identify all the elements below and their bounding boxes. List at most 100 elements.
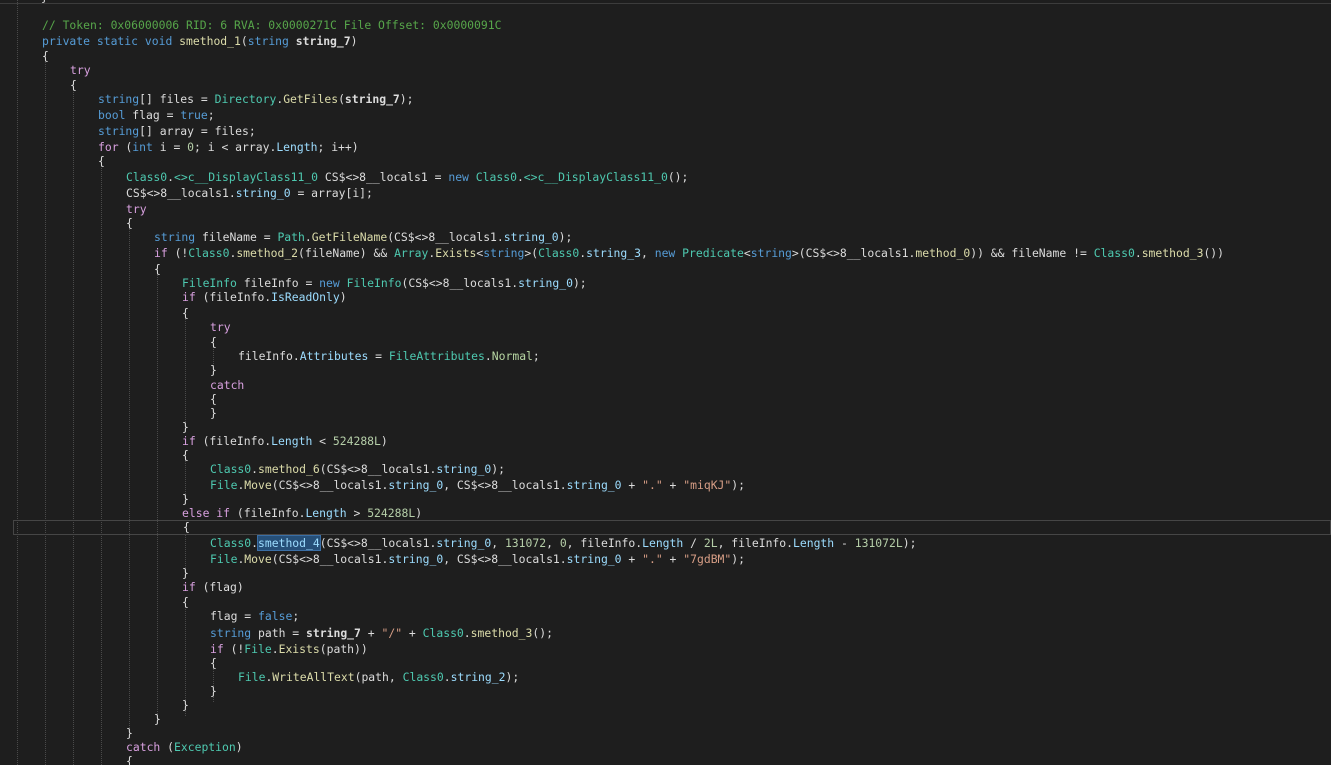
code-line[interactable]: {: [0, 392, 217, 407]
code-line[interactable]: // Token: 0x06000006 RID: 6 RVA: 0x00002…: [0, 18, 501, 33]
code-token: {: [98, 154, 105, 168]
code-line[interactable]: }: [0, 492, 189, 507]
code-line[interactable]: bool flag = true;: [0, 108, 215, 123]
code-line[interactable]: FileInfo fileInfo = new FileInfo(CS$<>8_…: [0, 276, 587, 291]
code-editor[interactable]: } // Token: 0x06000006 RID: 6 RVA: 0x000…: [0, 0, 1331, 765]
code-line[interactable]: catch (Exception): [0, 740, 243, 755]
code-line[interactable]: Class0.smethod_4(CS$<>8__locals1.string_…: [0, 535, 917, 551]
code-line[interactable]: string fileName = Path.GetFileName(CS$<>…: [0, 230, 572, 245]
code-token: (: [240, 34, 248, 48]
code-token: +: [621, 478, 643, 492]
code-line[interactable]: Class0.smethod_6(CS$<>8__locals1.string_…: [0, 462, 505, 477]
code-token: +: [360, 626, 382, 640]
code-token: catch: [210, 378, 245, 392]
code-line-content: File.Move(CS$<>8__locals1.string_0, CS$<…: [0, 478, 745, 493]
code-line[interactable]: for (int i = 0; i < array.Length; i++): [0, 140, 359, 155]
code-line[interactable]: {: [0, 335, 217, 350]
code-token: .: [251, 536, 259, 550]
code-line-content: {: [0, 262, 161, 277]
code-token: (!: [174, 246, 189, 260]
code-token: Length: [793, 536, 835, 550]
code-line[interactable]: if (!File.Exists(path)): [0, 642, 368, 657]
code-line[interactable]: {: [0, 656, 217, 671]
code-line-content: if (!File.Exists(path)): [0, 642, 368, 657]
code-line-content: }: [0, 726, 133, 741]
code-line[interactable]: catch: [0, 378, 244, 393]
code-line[interactable]: }: [0, 684, 217, 699]
code-line[interactable]: CS$<>8__locals1.string_0 = array[i];: [0, 186, 373, 201]
code-token: Normal: [491, 349, 533, 363]
code-line[interactable]: private static void smethod_1(string str…: [0, 34, 358, 49]
code-line[interactable]: }: [0, 566, 189, 581]
code-line[interactable]: if (!Class0.smethod_2(fileName) && Array…: [0, 246, 1224, 261]
code-token: >(CS$<>8__locals1.: [791, 246, 916, 260]
code-token: ,: [641, 246, 655, 260]
code-line[interactable]: string[] files = Directory.GetFiles(stri…: [0, 92, 414, 107]
code-line-content: try: [0, 63, 91, 78]
code-line[interactable]: {: [0, 448, 189, 463]
code-token: int: [132, 140, 160, 154]
code-line[interactable]: }: [0, 726, 133, 741]
code-token: (fileInfo.: [202, 290, 272, 304]
code-line[interactable]: try: [0, 202, 147, 217]
code-line[interactable]: try: [0, 320, 231, 335]
code-token: string: [98, 124, 140, 138]
code-token: <: [312, 434, 333, 448]
code-token: method_0: [915, 246, 971, 260]
code-line-current[interactable]: {: [13, 520, 1331, 535]
code-line[interactable]: fileInfo.Attributes = FileAttributes.Nor…: [0, 349, 540, 364]
code-token: );: [558, 230, 573, 244]
code-token: );: [399, 92, 414, 106]
code-token: for: [98, 140, 126, 154]
code-line[interactable]: }: [0, 363, 217, 378]
code-line[interactable]: {: [0, 216, 133, 231]
code-line[interactable]: if (fileInfo.IsReadOnly): [0, 290, 347, 305]
code-line[interactable]: {: [0, 754, 133, 765]
code-token: File: [238, 670, 266, 684]
code-line[interactable]: flag = false;: [0, 609, 299, 624]
code-line-content: }: [0, 712, 161, 727]
code-line[interactable]: }: [0, 712, 161, 727]
code-line[interactable]: string[] array = files;: [0, 124, 256, 139]
code-line[interactable]: string path = string_7 + "/" + Class0.sm…: [0, 626, 553, 641]
code-token: try: [210, 320, 231, 334]
code-token: string_0: [566, 552, 622, 566]
code-line[interactable]: {: [0, 595, 189, 610]
code-line[interactable]: File.Move(CS$<>8__locals1.string_0, CS$<…: [0, 552, 745, 567]
code-token: );: [902, 536, 917, 550]
code-line-content: string[] files = Directory.GetFiles(stri…: [0, 92, 414, 107]
code-token: =: [368, 349, 389, 363]
code-line[interactable]: File.WriteAllText(path, Class0.string_2)…: [0, 670, 519, 685]
code-line[interactable]: else if (fileInfo.Length > 524288L): [0, 506, 422, 521]
code-line[interactable]: if (flag): [0, 580, 244, 595]
code-line[interactable]: File.Move(CS$<>8__locals1.string_0, CS$<…: [0, 478, 745, 493]
code-token: string_3: [586, 246, 641, 260]
code-token: string_2: [450, 670, 506, 684]
code-token: {: [182, 306, 189, 320]
code-line[interactable]: Class0.<>c__DisplayClass11_0 CS$<>8__loc…: [0, 170, 688, 185]
code-line[interactable]: }: [0, 420, 189, 435]
code-line[interactable]: {: [0, 306, 189, 321]
code-token: Move: [244, 478, 272, 492]
code-token: Length: [305, 506, 347, 520]
code-line[interactable]: {: [0, 49, 49, 64]
code-line-content: Class0.<>c__DisplayClass11_0 CS$<>8__loc…: [0, 170, 688, 185]
code-token: CS$<>8__locals1 =: [318, 170, 449, 184]
code-line[interactable]: {: [0, 262, 161, 277]
code-line[interactable]: }: [0, 406, 217, 421]
code-token: else if: [182, 506, 237, 520]
code-token: {: [70, 78, 77, 92]
code-token: {: [210, 392, 217, 406]
selected-token[interactable]: smethod_4: [257, 535, 321, 551]
code-token: ): [235, 740, 243, 754]
code-token: )) && fileName !=: [970, 246, 1094, 260]
code-token: {: [126, 216, 133, 230]
code-line[interactable]: {: [0, 154, 105, 169]
code-line[interactable]: }: [0, 698, 189, 713]
code-line[interactable]: {: [0, 78, 77, 93]
code-line[interactable]: if (fileInfo.Length < 524288L): [0, 434, 388, 449]
code-line-content: fileInfo.Attributes = FileAttributes.Nor…: [0, 349, 540, 364]
code-line[interactable]: try: [0, 63, 91, 78]
code-token: ,: [491, 536, 505, 550]
code-line-content: {: [0, 306, 189, 321]
